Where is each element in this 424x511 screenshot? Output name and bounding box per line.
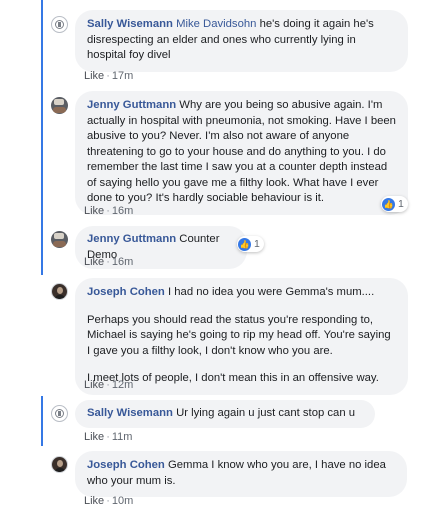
avatar[interactable] <box>51 16 68 33</box>
avatar[interactable] <box>51 231 68 248</box>
comment-text: Perhaps you should read the status you'r… <box>87 313 391 357</box>
comment-text: Ur lying again u just cant stop can u <box>176 407 356 419</box>
like-button[interactable]: Like <box>84 495 104 507</box>
comment-actions: Like · 17m <box>84 70 133 82</box>
thread-indicator <box>41 0 43 275</box>
comment-timestamp[interactable]: 11m <box>112 431 133 443</box>
reaction-summary[interactable]: 👍 1 <box>381 196 408 212</box>
like-button[interactable]: Like <box>84 205 104 217</box>
like-button[interactable]: Like <box>84 379 104 391</box>
comment-text: I had no idea you were Gemma's mum.... <box>167 286 375 298</box>
comment-bubble: Jenny Guttmann Why are you being so abus… <box>75 91 408 215</box>
separator-dot: · <box>106 431 110 443</box>
comment-bubble: Sally Wisemann Mike Davidsohn he's doing… <box>75 10 408 72</box>
comment-actions: Like · 11m <box>84 431 132 443</box>
like-button[interactable]: Like <box>84 256 104 268</box>
comment-author[interactable]: Joseph Cohen <box>87 459 165 471</box>
reaction-count: 1 <box>254 238 260 250</box>
separator-dot: · <box>106 205 110 217</box>
comment-timestamp[interactable]: 10m <box>112 495 133 507</box>
thumbs-up-icon: 👍 <box>238 237 251 251</box>
comment-timestamp[interactable]: 16m <box>112 205 133 217</box>
comment-text: Why are you being so abusive again. I'm … <box>87 99 396 204</box>
comment-timestamp[interactable]: 12m <box>112 379 133 391</box>
avatar[interactable] <box>51 405 68 422</box>
comment-actions: Like · 16m <box>84 205 133 217</box>
comment-author[interactable]: Joseph Cohen <box>87 286 165 298</box>
comment-text: I meet lots of people, I don't mean this… <box>87 372 379 384</box>
separator-dot: · <box>106 379 110 391</box>
comment-timestamp[interactable]: 17m <box>112 70 133 82</box>
avatar[interactable] <box>51 456 68 473</box>
comment-author[interactable]: Sally Wisemann <box>87 18 173 30</box>
comment-timestamp[interactable]: 16m <box>112 256 133 268</box>
reaction-count: 1 <box>398 198 404 210</box>
comment-actions: Like · 16m <box>84 256 133 268</box>
comment-author[interactable]: Jenny Guttmann <box>87 99 176 111</box>
separator-dot: · <box>106 495 110 507</box>
thumbs-up-icon: 👍 <box>382 197 395 211</box>
like-button[interactable]: Like <box>84 431 104 443</box>
reaction-summary[interactable]: 👍 1 <box>237 236 264 252</box>
comment-author[interactable]: Sally Wisemann <box>87 407 173 419</box>
avatar[interactable] <box>51 97 68 114</box>
comment-bubble: Joseph Cohen I had no idea you were Gemm… <box>75 278 408 395</box>
separator-dot: · <box>106 70 110 82</box>
comment-bubble: Joseph Cohen Gemma I know who you are, I… <box>75 451 407 497</box>
comment-author[interactable]: Jenny Guttmann <box>87 233 176 245</box>
thread-indicator <box>41 396 43 446</box>
tagged-user[interactable]: Mike Davidsohn <box>176 18 256 30</box>
like-button[interactable]: Like <box>84 70 104 82</box>
comment-actions: Like · 10m <box>84 495 133 507</box>
avatar[interactable] <box>51 283 68 300</box>
comment-actions: Like · 12m <box>84 379 133 391</box>
comment-bubble: Sally Wisemann Ur lying again u just can… <box>75 400 375 428</box>
separator-dot: · <box>106 256 110 268</box>
